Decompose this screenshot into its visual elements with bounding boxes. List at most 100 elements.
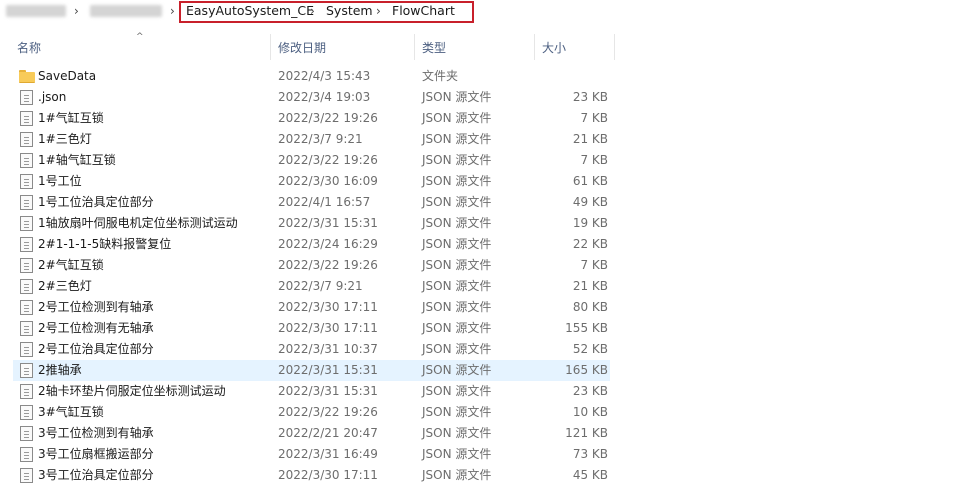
file-size: 21 KB (572, 132, 608, 146)
file-size: 49 KB (572, 195, 608, 209)
modified-date: 2022/3/22 19:26 (278, 153, 378, 167)
file-icon (20, 153, 33, 168)
file-name: 3号工位扇框搬运部分 (38, 447, 154, 461)
modified-date: 2022/4/1 16:57 (278, 195, 371, 209)
file-row[interactable]: 2#气缸互锁 2022/3/22 19:26 JSON 源文件 7 KB (0, 255, 958, 276)
file-icon (20, 111, 33, 126)
modified-date: 2022/3/31 15:31 (278, 384, 378, 398)
modified-date: 2022/3/22 19:26 (278, 111, 378, 125)
file-row[interactable]: 3号工位扇框搬运部分 2022/3/31 16:49 JSON 源文件 73 KB (0, 444, 958, 465)
file-icon (20, 174, 33, 189)
file-name: 1#轴气缸互锁 (38, 153, 116, 167)
file-row[interactable]: 2号工位治具定位部分 2022/3/31 10:37 JSON 源文件 52 KB (0, 339, 958, 360)
file-row[interactable]: .json 2022/3/4 19:03 JSON 源文件 23 KB (0, 87, 958, 108)
file-name: 3号工位检测到有轴承 (38, 426, 154, 440)
file-name: 2推轴承 (38, 363, 82, 377)
file-icon (20, 384, 33, 399)
file-icon (20, 468, 33, 483)
file-name: 1#三色灯 (38, 132, 92, 146)
file-type: JSON 源文件 (422, 342, 492, 356)
file-name: 2号工位治具定位部分 (38, 342, 154, 356)
file-row[interactable]: 2号工位检测有无轴承 2022/3/30 17:11 JSON 源文件 155 KB (0, 318, 958, 339)
modified-date: 2022/2/21 20:47 (278, 426, 378, 440)
file-icon (20, 237, 33, 252)
file-row[interactable]: 2推轴承 2022/3/31 15:31 JSON 源文件 165 KB (0, 360, 958, 381)
file-size: 7 KB (580, 258, 608, 272)
file-row[interactable]: 1轴放扇叶伺服电机定位坐标测试运动 2022/3/31 15:31 JSON 源文件… (0, 213, 958, 234)
file-name: SaveData (38, 69, 97, 83)
file-name: 1号工位 (38, 174, 82, 188)
file-row[interactable]: 1号工位治具定位部分 2022/4/1 16:57 JSON 源文件 49 KB (0, 192, 958, 213)
file-icon (20, 342, 33, 357)
column-header: ^ 名称 修改日期 类型 大小 (0, 30, 958, 62)
file-type: JSON 源文件 (422, 174, 492, 188)
file-name: 2轴卡环垫片伺服定位坐标测试运动 (38, 384, 226, 398)
column-header-date[interactable]: 修改日期 (278, 39, 326, 56)
column-resize-handle[interactable] (414, 34, 415, 60)
modified-date: 2022/3/31 10:37 (278, 342, 378, 356)
file-size: 52 KB (572, 342, 608, 356)
file-size: 7 KB (580, 153, 608, 167)
file-type: JSON 源文件 (422, 258, 492, 272)
file-type: JSON 源文件 (422, 363, 492, 377)
modified-date: 2022/3/30 17:11 (278, 300, 378, 314)
file-size: 23 KB (572, 384, 608, 398)
file-icon (20, 258, 33, 273)
breadcrumb-separator[interactable]: › (74, 3, 79, 19)
file-row[interactable]: 3#气缸互锁 2022/3/22 19:26 JSON 源文件 10 KB (0, 402, 958, 423)
file-icon (20, 447, 33, 462)
column-header-size[interactable]: 大小 (542, 39, 566, 56)
modified-date: 2022/4/3 15:43 (278, 69, 371, 83)
file-type: JSON 源文件 (422, 300, 492, 314)
modified-date: 2022/3/22 19:26 (278, 258, 378, 272)
file-icon (20, 195, 33, 210)
file-row[interactable]: SaveData 2022/4/3 15:43 文件夹 (0, 66, 958, 87)
file-row[interactable]: 2轴卡环垫片伺服定位坐标测试运动 2022/3/31 15:31 JSON 源文件 2… (0, 381, 958, 402)
breadcrumb: › › EasyAutoSystem_CE › System › FlowCha… (0, 0, 958, 26)
file-size: 10 KB (572, 405, 608, 419)
file-icon (20, 405, 33, 420)
folder-icon (19, 70, 35, 83)
modified-date: 2022/3/7 9:21 (278, 279, 363, 293)
file-type: JSON 源文件 (422, 237, 492, 251)
file-name: 1#气缸互锁 (38, 111, 104, 125)
file-row[interactable]: 3号工位治具定位部分 2022/3/30 17:11 JSON 源文件 45 KB (0, 465, 958, 486)
redacted-path-segment[interactable] (90, 5, 162, 17)
file-type: JSON 源文件 (422, 153, 492, 167)
column-resize-handle[interactable] (534, 34, 535, 60)
redacted-path-segment[interactable] (6, 5, 66, 17)
column-header-name[interactable]: 名称 (17, 39, 41, 56)
file-size: 155 KB (565, 321, 608, 335)
file-type: 文件夹 (422, 69, 459, 83)
column-resize-handle[interactable] (270, 34, 271, 60)
file-icon (20, 132, 33, 147)
modified-date: 2022/3/31 15:31 (278, 363, 378, 377)
file-type: JSON 源文件 (422, 405, 492, 419)
file-size: 23 KB (572, 90, 608, 104)
file-size: 7 KB (580, 111, 608, 125)
file-icon (20, 90, 33, 105)
file-type: JSON 源文件 (422, 468, 492, 482)
file-type: JSON 源文件 (422, 111, 492, 125)
file-size: 61 KB (572, 174, 608, 188)
file-name: 2#三色灯 (38, 279, 92, 293)
file-name: .json (38, 90, 67, 104)
file-row[interactable]: 3号工位检测到有轴承 2022/2/21 20:47 JSON 源文件 121 KB (0, 423, 958, 444)
file-row[interactable]: 1#三色灯 2022/3/7 9:21 JSON 源文件 21 KB (0, 129, 958, 150)
file-row[interactable]: 1#轴气缸互锁 2022/3/22 19:26 JSON 源文件 7 KB (0, 150, 958, 171)
modified-date: 2022/3/30 17:11 (278, 468, 378, 482)
file-type: JSON 源文件 (422, 132, 492, 146)
modified-date: 2022/3/30 16:09 (278, 174, 378, 188)
file-type: JSON 源文件 (422, 195, 492, 209)
file-row[interactable]: 2号工位检测到有轴承 2022/3/30 17:11 JSON 源文件 80 KB (0, 297, 958, 318)
file-row[interactable]: 1号工位 2022/3/30 16:09 JSON 源文件 61 KB (0, 171, 958, 192)
breadcrumb-separator[interactable]: › (170, 3, 175, 19)
file-size: 73 KB (572, 447, 608, 461)
file-name: 3号工位治具定位部分 (38, 468, 154, 482)
file-row[interactable]: 1#气缸互锁 2022/3/22 19:26 JSON 源文件 7 KB (0, 108, 958, 129)
column-resize-handle[interactable] (614, 34, 615, 60)
column-header-type[interactable]: 类型 (422, 39, 446, 56)
file-row[interactable]: 2#三色灯 2022/3/7 9:21 JSON 源文件 21 KB (0, 276, 958, 297)
file-row[interactable]: 2#1-1-1-5缺料报警复位 2022/3/24 16:29 JSON 源文件 22… (0, 234, 958, 255)
file-list: SaveData 2022/4/3 15:43 文件夹 .json 2022/3/4 1… (0, 66, 958, 486)
